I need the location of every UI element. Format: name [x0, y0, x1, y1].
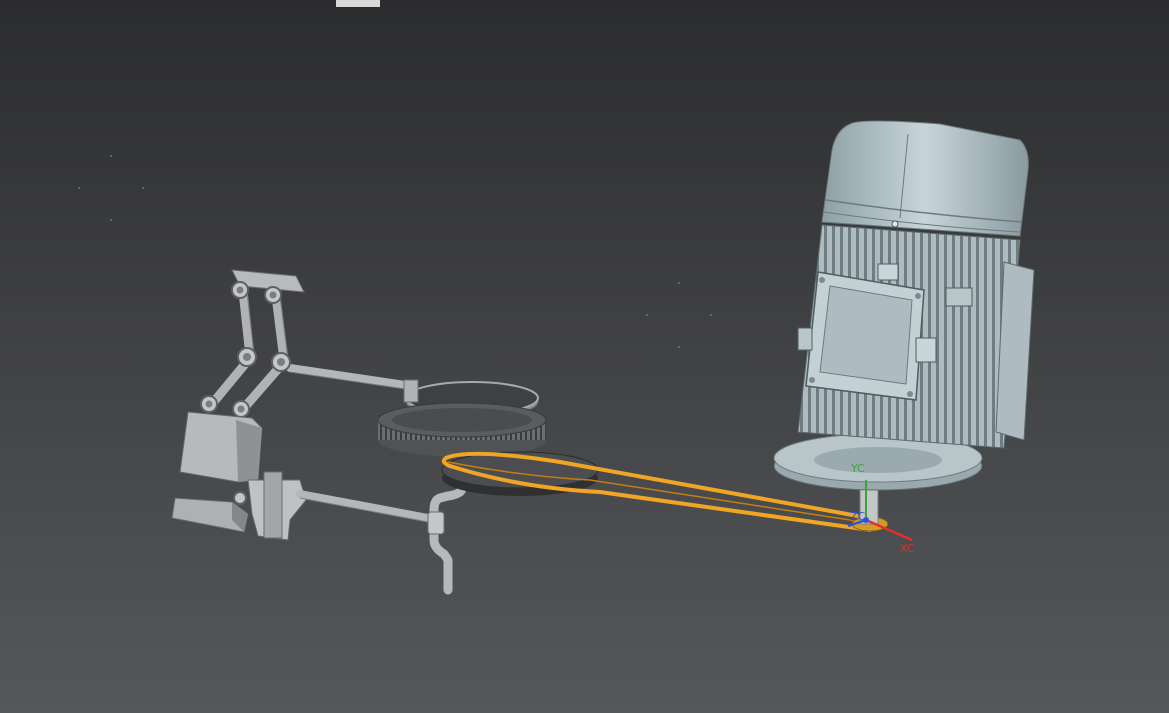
- z-axis-label: ZC: [850, 510, 866, 523]
- graphics-viewport[interactable]: XC YC ZC: [0, 0, 1169, 713]
- terminal-box[interactable]: [805, 271, 925, 401]
- x-axis-label: XC: [900, 542, 915, 555]
- connecting-rod-upper[interactable]: [286, 364, 416, 390]
- y-axis-label: YC: [850, 462, 865, 475]
- spur-gear[interactable]: [377, 402, 547, 457]
- linkage-assembly[interactable]: [171, 269, 432, 541]
- stray-points: [78, 155, 712, 348]
- cad-model-scene[interactable]: XC YC ZC: [0, 0, 1169, 713]
- connecting-rod-lower[interactable]: [296, 490, 432, 522]
- motor-fan-cover[interactable]: [821, 120, 1029, 237]
- electric-motor[interactable]: [773, 120, 1035, 525]
